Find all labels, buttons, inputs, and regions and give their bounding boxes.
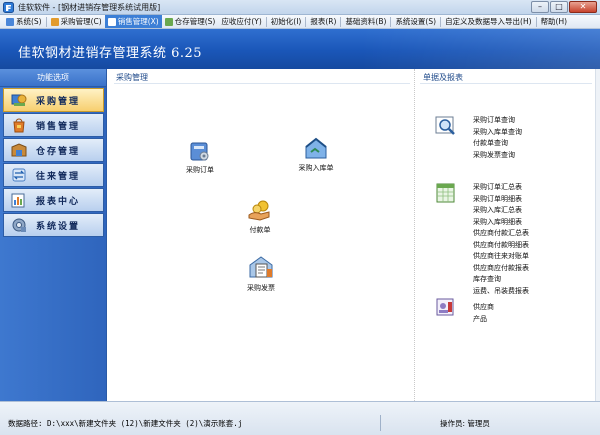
menu-report[interactable]: 报表(R): [307, 15, 339, 28]
report-link[interactable]: 付款单查询: [473, 138, 522, 150]
report-group-queries: 采购订单查询 采购入库单查询 付款单查询 采购发票查询: [435, 115, 522, 161]
purchase-order-icon: [190, 142, 209, 161]
report-link[interactable]: 供应商往来对账单: [473, 251, 529, 263]
spreadsheet-report-icon: [436, 183, 455, 203]
report-link[interactable]: 采购订单明细表: [473, 194, 529, 206]
app-icon: [3, 2, 14, 13]
system-icon: [6, 17, 14, 26]
main-panel: 采购管理 单据及报表 采购订单 采购入库单 付款单 采购发票 采购订单查询 采购…: [108, 69, 600, 401]
sidebar-item-reports[interactable]: 报表中心: [3, 188, 104, 212]
payment-hand-icon: [248, 200, 270, 221]
menu-basedata[interactable]: 基础资料(B): [342, 15, 389, 28]
sidebar-header: 功能选项: [0, 69, 106, 87]
sidebar-item-sales[interactable]: 销售管理: [3, 113, 104, 137]
menu-purchase[interactable]: 采购管理(C): [48, 15, 105, 28]
report-link[interactable]: 采购发票查询: [473, 150, 522, 162]
sidebar-item-purchase[interactable]: 采购管理: [3, 88, 104, 112]
section-title-purchase: 采购管理: [116, 73, 148, 82]
invoice-house-icon: [249, 256, 273, 278]
report-group-summaries: 采购订单汇总表 采购订单明细表 采购入库汇总表 采购入库明细表 供应商付款汇总表…: [435, 182, 529, 297]
menu-settings[interactable]: 系统设置(S): [392, 15, 439, 28]
menu-init[interactable]: 初始化(I): [268, 15, 305, 28]
report-link[interactable]: 供应商付款明细表: [473, 240, 529, 252]
sidebar-item-accounts[interactable]: 往来管理: [3, 163, 104, 187]
magnifier-document-icon: [435, 116, 455, 135]
purchase-cart-icon: [11, 94, 27, 106]
report-link[interactable]: 供应商应付款报表: [473, 263, 529, 275]
banner: 佳软钢材进销存管理系统 6.25: [0, 29, 600, 69]
purchase-receipt-tool[interactable]: 采购入库单: [281, 135, 351, 173]
inventory-icon: [164, 17, 173, 26]
exchange-icon: [12, 168, 26, 182]
title-bar: 佳软软件 - [钢材进销存管理系统试用版] – □ ✕: [0, 0, 600, 15]
sales-icon: [107, 17, 116, 26]
menu-receivable[interactable]: 应收应付(Y): [218, 15, 264, 28]
sales-bag-icon: [13, 118, 25, 133]
sidebar-item-inventory[interactable]: 仓存管理: [3, 138, 104, 162]
settings-gear-icon: [12, 218, 26, 232]
report-chart-icon: [11, 193, 25, 208]
menu-system[interactable]: 系统(S): [3, 15, 45, 28]
banner-title: 佳软钢材进销存管理系统 6.25: [18, 46, 203, 61]
status-bar: 数据路径: D:\xxx\新建文件夹 (12)\新建文件夹 (2)\演示账套.j…: [0, 401, 600, 435]
window-title: 佳软软件 - [钢材进销存管理系统试用版]: [18, 3, 161, 12]
section-title-reports: 单据及报表: [423, 73, 463, 82]
menu-custom[interactable]: 自定义及数据导入导出(H): [442, 15, 535, 28]
menu-bar: 系统(S) 采购管理(C) 销售管理(X) 仓存管理(S) 应收应付(Y) 初始…: [0, 15, 600, 29]
sidebar: 功能选项 采购管理 销售管理 仓存管理 往来管理 报表中心 系统设置: [0, 69, 107, 401]
close-button[interactable]: ✕: [569, 1, 597, 13]
data-path: 数据路径: D:\xxx\新建文件夹 (12)\新建文件夹 (2)\演示账套.j: [8, 419, 243, 428]
purchase-invoice-tool[interactable]: 采购发票: [226, 253, 296, 293]
report-link[interactable]: 采购订单查询: [473, 115, 522, 127]
purchase-icon: [50, 17, 59, 26]
contacts-card-icon: [436, 298, 454, 316]
payment-tool[interactable]: 付款单: [225, 199, 295, 235]
report-link[interactable]: 采购订单汇总表: [473, 182, 529, 194]
purchase-order-tool[interactable]: 采购订单: [165, 139, 235, 175]
report-link[interactable]: 采购入库单查询: [473, 127, 522, 139]
sidebar-item-settings[interactable]: 系统设置: [3, 213, 104, 237]
minimize-button[interactable]: –: [531, 1, 549, 13]
report-link[interactable]: 产品: [473, 314, 494, 326]
maximize-button[interactable]: □: [550, 1, 568, 13]
report-link[interactable]: 采购入库汇总表: [473, 205, 529, 217]
scrollbar[interactable]: [595, 69, 600, 401]
report-group-basedata: 供应商 产品: [435, 296, 494, 325]
report-link[interactable]: 供应商: [473, 302, 494, 314]
menu-help[interactable]: 帮助(H): [538, 15, 571, 28]
menu-inventory[interactable]: 仓存管理(S): [162, 15, 219, 28]
report-link[interactable]: 供应商付款汇总表: [473, 228, 529, 240]
operator: 操作员: 管理员: [440, 419, 490, 428]
report-link[interactable]: 库存查询: [473, 274, 529, 286]
menu-sales[interactable]: 销售管理(X): [104, 15, 162, 28]
warehouse-receipt-icon: [305, 137, 327, 159]
report-link[interactable]: 采购入库明细表: [473, 217, 529, 229]
warehouse-box-icon: [11, 143, 27, 157]
